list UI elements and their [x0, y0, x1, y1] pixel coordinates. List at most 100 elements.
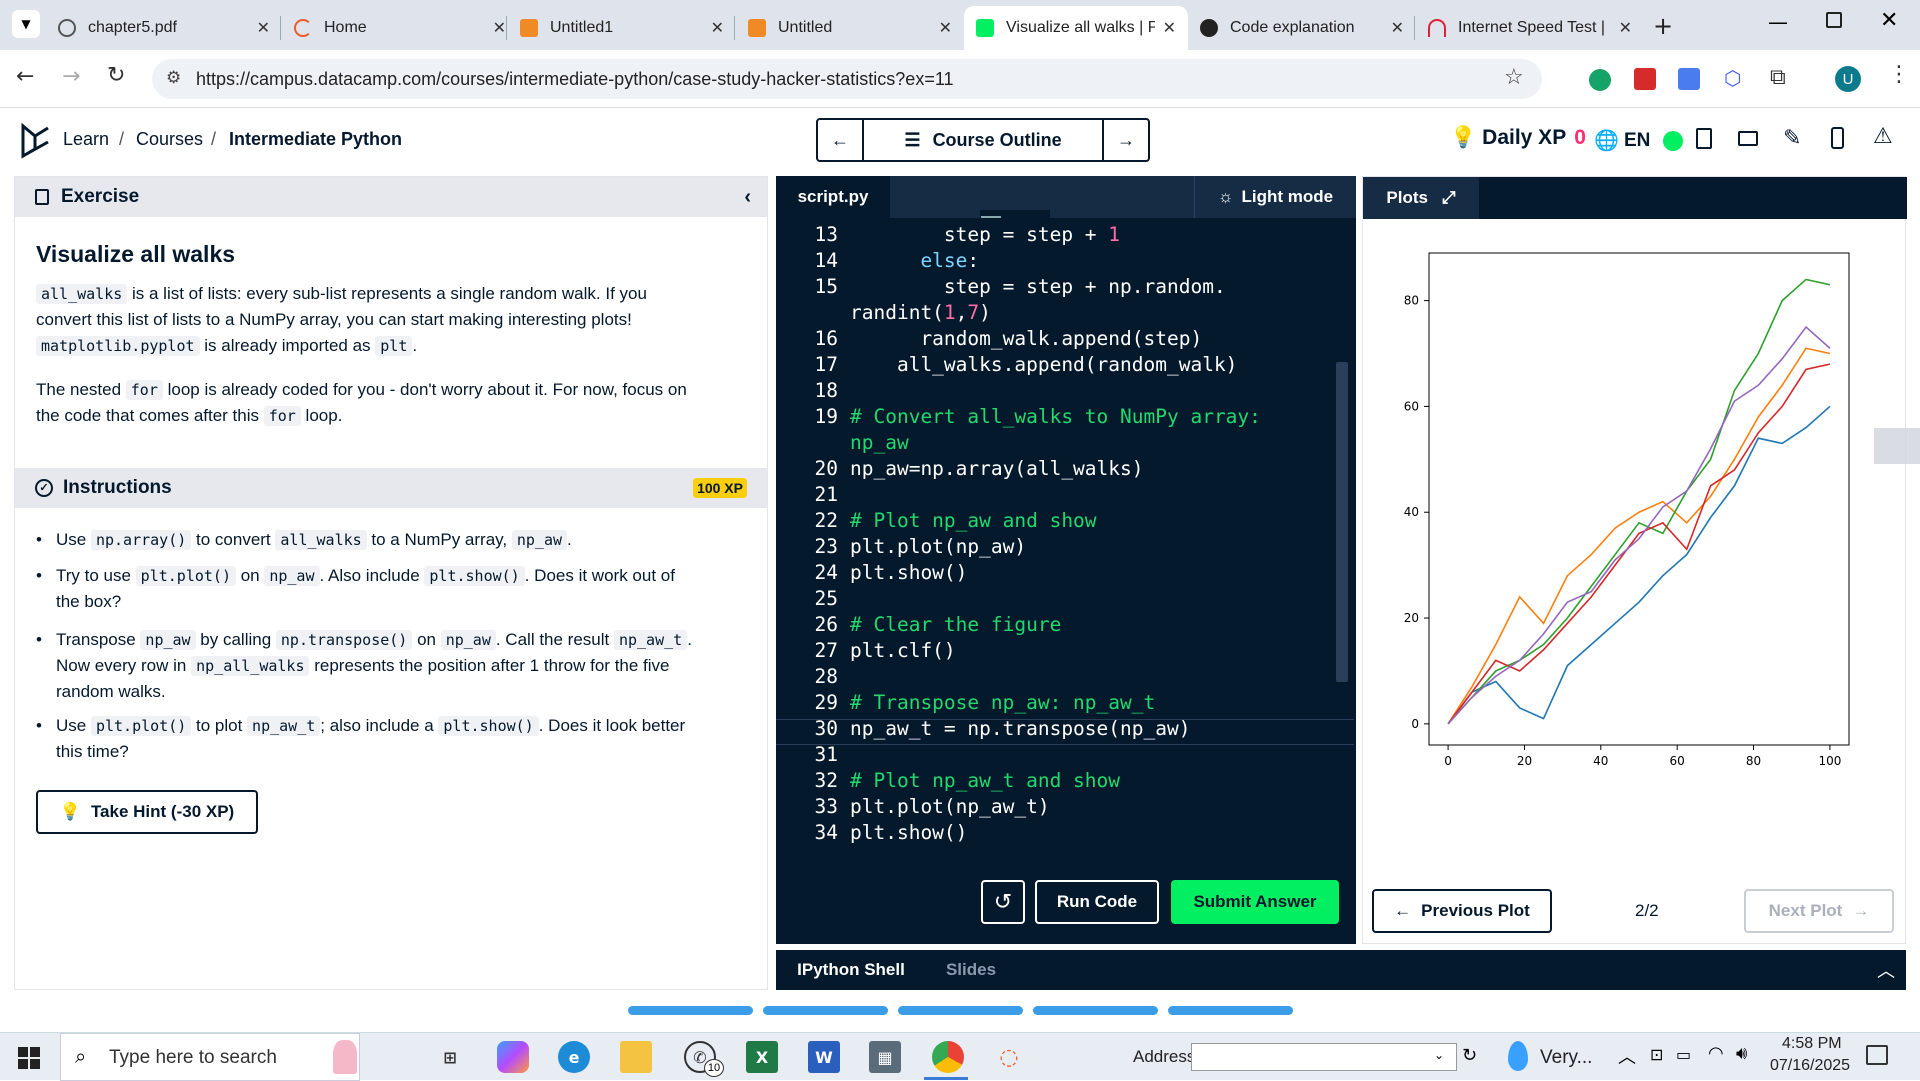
minimize-button[interactable]: —	[1768, 10, 1788, 34]
copilot-icon[interactable]	[497, 1041, 529, 1073]
submit-answer-button[interactable]: Submit Answer	[1171, 880, 1339, 924]
address-toolbar-input[interactable]: ⌄	[1191, 1043, 1457, 1071]
browser-tab[interactable]: Visualize all walks | P ✕	[964, 6, 1188, 50]
menu-kebab-icon[interactable]: ⋮	[1888, 62, 1910, 87]
translate-icon[interactable]	[1678, 68, 1700, 90]
weather-text[interactable]: Very...	[1540, 1047, 1592, 1069]
bookmark-star-icon[interactable]: ☆	[1504, 65, 1524, 90]
breadcrumb-course-title[interactable]: Intermediate Python	[229, 129, 402, 150]
pencil-icon[interactable]: ✎	[1783, 126, 1801, 151]
code-line[interactable]: 18	[776, 378, 1336, 404]
code-line[interactable]: 15 step = step + np.random.	[776, 274, 1336, 300]
notification-icon[interactable]	[1866, 1045, 1888, 1065]
code-line[interactable]: 32 # Plot np_aw_t and show	[776, 768, 1336, 794]
extension-cube-icon[interactable]: ⬡	[1724, 66, 1741, 90]
code-line[interactable]: 26 # Clear the figure	[776, 612, 1336, 638]
code-line[interactable]: 27 plt.clf()	[776, 638, 1336, 664]
browser-tab[interactable]: Untitled1 ✕	[508, 6, 736, 50]
code-line[interactable]: np_aw	[776, 430, 1336, 456]
clock-time[interactable]: 4:58 PM	[1782, 1035, 1842, 1053]
prev-exercise-button[interactable]: ←	[816, 118, 864, 162]
next-plot-button[interactable]: Next Plot →	[1744, 889, 1894, 933]
close-tab-icon[interactable]: ✕	[939, 18, 952, 38]
calculator-icon[interactable]: ▦	[869, 1041, 901, 1073]
code-line[interactable]: 21	[776, 482, 1336, 508]
clock-date[interactable]: 07/16/2025	[1770, 1057, 1850, 1075]
code-line[interactable]: 22 # Plot np_aw and show	[776, 508, 1336, 534]
collapse-panel-icon[interactable]: ‹	[744, 186, 751, 209]
windows-start-icon[interactable]	[18, 1047, 40, 1069]
code-line[interactable]: 31	[776, 742, 1336, 768]
breadcrumb-learn[interactable]: Learn	[63, 129, 109, 150]
close-tab-icon[interactable]: ✕	[493, 18, 506, 38]
code-line[interactable]: 14 else:	[776, 248, 1336, 274]
code-line[interactable]: 29 # Transpose np_aw: np_aw_t	[776, 690, 1336, 716]
code-line[interactable]: 16 random_walk.append(step)	[776, 326, 1336, 352]
close-tab-icon[interactable]: ✕	[1391, 18, 1404, 38]
reset-code-button[interactable]: ↺	[981, 880, 1025, 924]
browser-tab[interactable]: Untitled ✕	[736, 6, 964, 50]
tab-slides[interactable]: Slides	[926, 950, 1016, 990]
chevron-up-icon[interactable]: ︿	[1866, 950, 1906, 990]
code-line[interactable]: 34 plt.show()	[776, 820, 1336, 846]
site-info-icon[interactable]: ⚙	[166, 68, 181, 88]
code-area[interactable]: 13 step = step + 1 14 else: 15 step = step…	[776, 218, 1336, 878]
code-line[interactable]: 28	[776, 664, 1336, 690]
extensions-puzzle-icon[interactable]: ⧉	[1770, 65, 1786, 90]
close-tab-icon[interactable]: ✕	[257, 18, 270, 38]
globe-icon[interactable]: 🌐	[1594, 128, 1619, 152]
take-hint-button[interactable]: 💡 Take Hint (-30 XP)	[36, 790, 258, 834]
extension-red-icon[interactable]	[1634, 68, 1656, 90]
next-exercise-button[interactable]: →	[1102, 118, 1150, 162]
chevron-down-icon[interactable]: ⌄	[1434, 1048, 1444, 1062]
document-icon[interactable]	[1696, 128, 1712, 149]
code-line[interactable]: 17 all_walks.append(random_walk)	[776, 352, 1336, 378]
close-window-button[interactable]: ✕	[1880, 8, 1898, 33]
code-line[interactable]: 19 # Convert all_walks to NumPy array:	[776, 404, 1336, 430]
refresh-icon[interactable]: ↻	[1462, 1045, 1477, 1066]
course-outline-button[interactable]: ☰ Course Outline	[862, 118, 1104, 162]
code-editor[interactable]: script.py ☼ Light mode 13 step = step + …	[776, 176, 1356, 944]
word-icon[interactable]: W	[808, 1041, 840, 1073]
daily-xp[interactable]: 💡 Daily XP 0	[1450, 126, 1586, 150]
browser-tab[interactable]: Internet Speed Test | ✕	[1416, 6, 1644, 50]
code-line[interactable]: 20 np_aw=np.array(all_walks)	[776, 456, 1336, 482]
breadcrumb-courses[interactable]: Courses	[136, 129, 203, 150]
excel-icon[interactable]: X	[746, 1041, 778, 1073]
language-label[interactable]: EN	[1624, 130, 1650, 152]
browser-tab[interactable]: Home ✕	[282, 6, 518, 50]
code-line[interactable]: 25	[776, 586, 1336, 612]
forward-icon[interactable]: →	[62, 64, 80, 89]
expand-icon[interactable]: ⤢	[1442, 188, 1456, 208]
code-line[interactable]: 33 plt.plot(np_aw_t)	[776, 794, 1336, 820]
code-line[interactable]: randint(1,7)	[776, 300, 1336, 326]
editor-scrollbar[interactable]	[1336, 362, 1348, 682]
grammarly-icon[interactable]	[1589, 69, 1611, 91]
battery-icon[interactable]: ▭	[1676, 1045, 1691, 1064]
profile-avatar[interactable]: U	[1835, 66, 1861, 92]
tab-ipython-shell[interactable]: IPython Shell	[776, 950, 926, 990]
volume-icon[interactable]: 🔊︎	[1736, 1043, 1747, 1064]
tab-plots[interactable]: Plots ⤢	[1363, 177, 1479, 219]
code-line[interactable]: 24 plt.show()	[776, 560, 1336, 586]
browser-tab[interactable]: chapter5.pdf ✕	[46, 6, 282, 50]
restore-button[interactable]	[1826, 12, 1842, 28]
chevron-up-icon[interactable]: ︿	[1618, 1043, 1636, 1069]
browser-tab[interactable]: Code explanation ✕	[1188, 6, 1416, 50]
previous-plot-button[interactable]: ← Previous Plot	[1372, 889, 1552, 933]
warning-icon[interactable]: ⚠	[1873, 124, 1893, 149]
side-feedback-tab[interactable]	[1874, 428, 1920, 464]
jupyter-icon[interactable]: ◌	[993, 1041, 1025, 1073]
chrome-icon[interactable]	[932, 1041, 964, 1073]
video-icon[interactable]	[1738, 131, 1758, 146]
task-view-icon[interactable]: ⊞	[434, 1041, 466, 1073]
tab-script-py[interactable]: script.py	[776, 176, 890, 218]
close-tab-icon[interactable]: ✕	[1163, 18, 1176, 38]
omnibox[interactable]: ⚙ https://campus.datacamp.com/courses/in…	[152, 59, 1542, 99]
code-line[interactable]: 23 plt.plot(np_aw)	[776, 534, 1336, 560]
network-icon[interactable]: ⊡	[1650, 1045, 1663, 1064]
light-mode-button[interactable]: ☼ Light mode	[1194, 176, 1356, 218]
reload-icon[interactable]: ↻	[107, 63, 125, 88]
run-code-button[interactable]: Run Code	[1035, 880, 1159, 924]
new-tab-button[interactable]: +	[1653, 12, 1673, 40]
